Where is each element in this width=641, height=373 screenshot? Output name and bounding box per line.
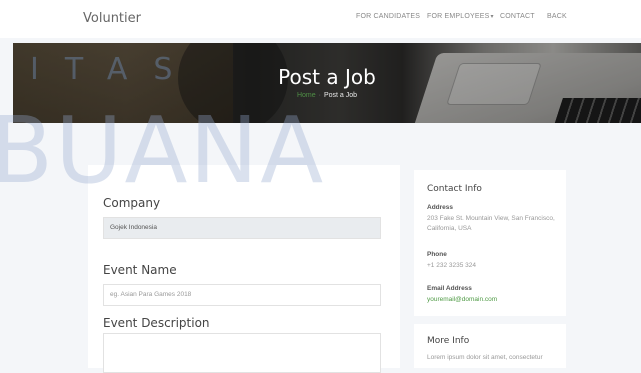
contact-info-card: Contact Info Address 203 Fake St. Mounta…	[414, 170, 566, 316]
address-value: 203 Fake St. Mountain View, San Francisc…	[427, 215, 555, 232]
nav-link-contact[interactable]: CONTACT	[500, 13, 535, 20]
top-navbar: Voluntier FOR CANDIDATES FOR EMPLOYEES▾ …	[0, 0, 641, 38]
nav-link-for-employees-label: FOR EMPLOYEES	[427, 13, 490, 20]
nav-link-back[interactable]: BACK	[547, 13, 567, 20]
email-link[interactable]: youremail@domain.com	[427, 295, 555, 305]
breadcrumb-current: Post a Job	[323, 92, 358, 99]
address-label: Address	[427, 204, 454, 211]
more-info-card: More Info Lorem ipsum dolor sit amet, co…	[414, 324, 566, 368]
breadcrumb-separator: ·	[318, 92, 321, 99]
event-description-label: Event Description	[103, 316, 210, 330]
contact-info-title: Contact Info	[427, 184, 482, 194]
hero-banner: Post a Job Home · Post a Job	[13, 43, 641, 123]
chevron-down-icon: ▾	[490, 14, 494, 20]
more-info-text: Lorem ipsum dolor sit amet, consectetur	[427, 354, 543, 361]
breadcrumb-home[interactable]: Home	[297, 92, 316, 99]
nav-link-for-employees[interactable]: FOR EMPLOYEES▾	[427, 13, 494, 20]
breadcrumb: Home · Post a Job	[13, 92, 641, 99]
phone-label: Phone	[427, 251, 447, 258]
more-info-title: More Info	[427, 336, 470, 346]
company-label: Company	[103, 196, 161, 210]
company-field[interactable]: Gojek Indonesia	[103, 217, 381, 239]
post-job-form: Company Gojek Indonesia Event Name eg. A…	[88, 165, 400, 373]
nav-link-for-candidates[interactable]: FOR CANDIDATES	[356, 13, 420, 20]
event-description-textarea[interactable]	[103, 333, 381, 373]
nav-links: FOR CANDIDATES FOR EMPLOYEES▾ CONTACT BA…	[0, 13, 641, 27]
email-label: Email Address	[427, 285, 472, 292]
phone-value: +1 232 3235 324	[427, 262, 476, 269]
event-name-label: Event Name	[103, 263, 177, 277]
event-name-input[interactable]: eg. Asian Para Games 2018	[103, 284, 381, 306]
page-title: Post a Job	[278, 65, 376, 89]
